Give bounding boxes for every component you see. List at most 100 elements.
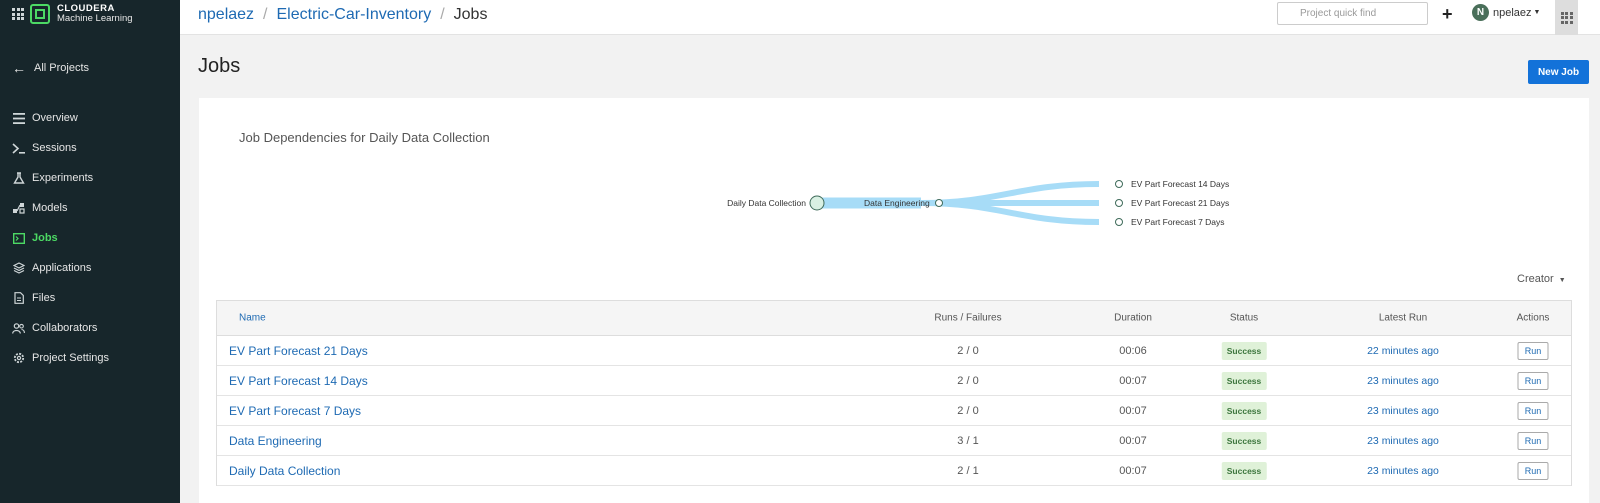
node-middle-label: Data Engineering [864,198,930,208]
column-header-status: Status [1229,312,1259,324]
breadcrumb-project-link[interactable]: Electric-Car-Inventory [277,6,432,24]
table-row: EV Part Forecast 7 Days 2 / 0 00:07 Succ… [217,396,1571,426]
gear-icon [12,352,25,365]
app-grid-icon [1560,11,1573,24]
job-name-link[interactable]: Data Engineering [229,434,322,448]
sidebar-item-overview[interactable]: Overview [0,103,180,133]
layers-icon [12,262,25,275]
sidebar-item-label: Collaborators [32,322,98,334]
all-projects-label: All Projects [34,62,90,74]
breadcrumb-user-link[interactable]: npelaez [198,6,254,24]
app-grid-icon[interactable] [12,8,24,20]
user-menu[interactable]: N npelaez ▼ [1472,4,1540,21]
status-badge: Success [1221,371,1267,390]
sidebar-item-label: Applications [32,262,92,274]
project-nav: Overview Sessions Experiments Models Job… [0,103,180,373]
models-icon [12,202,25,215]
job-duration: 00:07 [1119,464,1147,477]
column-header-duration: Duration [1114,312,1152,324]
job-duration: 00:07 [1119,374,1147,387]
job-name-link[interactable]: Daily Data Collection [229,464,340,478]
node-leaf-3 [1115,218,1123,226]
job-name-link[interactable]: EV Part Forecast 14 Days [229,374,368,388]
sidebar-item-files[interactable]: Files [0,283,180,313]
node-leaf-2-label: EV Part Forecast 21 Days [1131,198,1229,208]
latest-run-link[interactable]: 23 minutes ago [1367,375,1439,387]
job-name-link[interactable]: EV Part Forecast 21 Days [229,344,368,358]
project-quick-find-input[interactable] [1277,2,1428,25]
run-button[interactable]: Run [1517,401,1549,420]
node-root [809,195,825,211]
sidebar-item-experiments[interactable]: Experiments [0,163,180,193]
sidebar-item-label: Project Settings [32,352,110,364]
add-icon[interactable]: + [1442,4,1453,25]
sidebar-item-project-settings[interactable]: Project Settings [0,343,180,373]
terminal-icon [12,142,25,155]
column-header-name[interactable]: Name [239,313,266,324]
creator-filter-dropdown[interactable]: Creator ▼ [1517,273,1566,285]
overview-icon [12,112,25,125]
node-leaf-3-label: EV Part Forecast 7 Days [1131,217,1225,227]
latest-run-link[interactable]: 22 minutes ago [1367,345,1439,357]
flask-icon [12,172,25,185]
sidebar-item-label: Experiments [32,172,94,184]
node-middle [935,199,943,207]
status-badge: Success [1221,401,1267,420]
run-button[interactable]: Run [1517,341,1549,360]
table-row: Daily Data Collection 2 / 1 00:07 Succes… [217,456,1571,486]
job-duration: 00:07 [1119,434,1147,447]
table-row: EV Part Forecast 14 Days 2 / 0 00:07 Suc… [217,366,1571,396]
status-badge: Success [1221,461,1267,480]
sidebar-item-label: Files [32,292,56,304]
arrow-left-icon: ← [12,60,26,76]
sidebar-item-label: Sessions [32,142,77,154]
file-icon [12,292,25,305]
job-name-link[interactable]: EV Part Forecast 7 Days [229,404,361,418]
node-leaf-1 [1115,180,1123,188]
run-button[interactable]: Run [1517,461,1549,480]
people-icon [12,322,25,335]
top-header: npelaez / Electric-Car-Inventory / Jobs … [180,0,1600,35]
brand-product: Machine Learning [57,13,133,24]
all-projects-link[interactable]: ← All Projects [12,60,89,76]
job-runs-failures: 2 / 0 [957,344,979,357]
job-dependency-graph: Daily Data Collection Data Engineering E… [727,179,1229,227]
app-launcher-button[interactable] [1555,0,1578,35]
latest-run-link[interactable]: 23 minutes ago [1367,405,1439,417]
breadcrumb-separator: / [440,6,445,23]
jobs-icon [12,232,25,245]
page-title: Jobs [198,55,241,77]
job-runs-failures: 3 / 1 [957,434,979,447]
sidebar-item-sessions[interactable]: Sessions [0,133,180,163]
sidebar-item-collaborators[interactable]: Collaborators [0,313,180,343]
caret-down-icon: ▼ [1533,9,1541,16]
breadcrumb: npelaez / Electric-Car-Inventory / Jobs [198,6,487,24]
run-button[interactable]: Run [1517,371,1549,390]
new-job-button[interactable]: New Job [1528,60,1589,84]
sidebar-item-label: Jobs [32,232,58,244]
latest-run-link[interactable]: 23 minutes ago [1367,435,1439,447]
job-runs-failures: 2 / 1 [957,464,979,477]
column-header-runs: Runs / Failures [934,312,1002,324]
latest-run-link[interactable]: 23 minutes ago [1367,465,1439,477]
status-badge: Success [1221,341,1267,360]
job-runs-failures: 2 / 0 [957,374,979,387]
sidebar-item-applications[interactable]: Applications [0,253,180,283]
table-row: Data Engineering 3 / 1 00:07 Success 23 … [217,426,1571,456]
column-header-latest-run: Latest Run [1378,312,1428,324]
sidebar-item-jobs[interactable]: Jobs [0,223,180,253]
sidebar-item-models[interactable]: Models [0,193,180,223]
brand-logo[interactable]: CLOUDERA Machine Learning [30,4,133,24]
column-header-actions: Actions [1516,312,1550,324]
breadcrumb-current: Jobs [453,6,488,23]
cloudera-logo-icon [30,4,50,24]
job-duration: 00:06 [1119,344,1147,357]
username-label: npelaez [1493,6,1532,19]
node-leaf-1-label: EV Part Forecast 14 Days [1131,179,1229,189]
run-button[interactable]: Run [1517,431,1549,450]
creator-filter-label: Creator [1517,273,1554,285]
sidebar-item-label: Overview [32,112,78,124]
avatar: N [1472,4,1489,21]
status-badge: Success [1221,431,1267,450]
breadcrumb-separator: / [263,6,268,23]
